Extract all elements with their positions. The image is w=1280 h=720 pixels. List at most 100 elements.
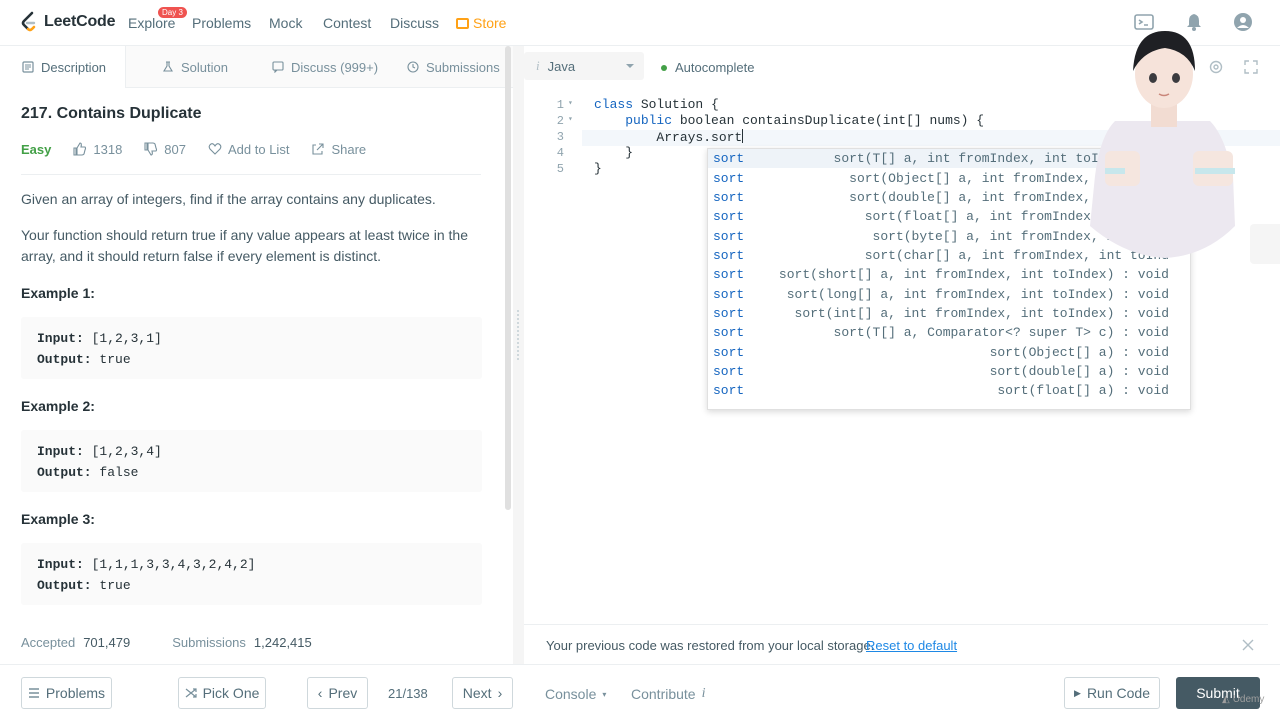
info-icon: i: [536, 58, 540, 73]
page-indicator: 21/138: [388, 686, 428, 701]
example-3-input: [1,1,1,3,3,4,3,2,4,2]: [91, 557, 256, 572]
suggestion-name: sort: [713, 287, 745, 302]
run-code-button[interactable]: ▶ Run Code: [1064, 677, 1160, 709]
contribute-label: Contribute: [631, 686, 696, 702]
chevron-left-icon: ‹: [317, 685, 323, 701]
example-2-box: Input: [1,2,3,4] Output: false: [21, 430, 482, 492]
nav-discuss[interactable]: Discuss: [390, 15, 439, 31]
code-rest: Arrays.sort: [656, 130, 743, 145]
line-number: 1: [556, 98, 564, 112]
code-rest: }: [594, 161, 602, 176]
contribute-link[interactable]: Contribute i: [631, 686, 705, 702]
pick-one-button[interactable]: Pick One: [178, 677, 266, 709]
example-3-output: true: [99, 578, 131, 593]
share-icon: [312, 143, 324, 155]
panel-resizer[interactable]: [513, 46, 524, 720]
suggestion-signature: sort(T[] a, Comparator<? super T> c) : v…: [833, 325, 1169, 340]
suggestion-signature: sort(Object[] a) : void: [989, 345, 1169, 360]
description-paragraph-2: Your function should return true if any …: [21, 227, 468, 264]
suggestion-item[interactable]: sort sort(Object[] a) : void: [708, 343, 1190, 362]
suggestion-signature: sort(long[] a, int fromIndex, int toInde…: [786, 287, 1169, 302]
nav-mock[interactable]: Mock: [269, 15, 302, 31]
suggestion-item[interactable]: sort sort(T[] a, Comparator<? super T> c)…: [708, 323, 1190, 342]
example-1-output-label: Output:: [37, 352, 92, 367]
suggestion-item[interactable]: sort sort(long[] a, int fromIndex, int to…: [708, 285, 1190, 304]
suggestion-signature: sort(int[] a, int fromIndex, int toIndex…: [794, 306, 1169, 321]
line-number: 4: [556, 146, 564, 160]
code-text: Arrays.sort: [594, 129, 744, 145]
heart-icon: [208, 143, 222, 155]
difficulty-badge: Easy: [21, 141, 52, 157]
udemy-watermark-text: Udemy: [1232, 694, 1265, 705]
example-3-output-label: Output:: [37, 578, 92, 593]
nav-problems[interactable]: Problems: [192, 15, 251, 31]
tab-submissions-label: Submissions: [426, 59, 500, 75]
problems-list-button[interactable]: Problems: [21, 677, 112, 709]
tab-discuss-label: Discuss (999+): [291, 59, 379, 75]
next-button[interactable]: Next ›: [452, 677, 513, 709]
restore-notice-text: Your previous code was restored from you…: [546, 638, 875, 653]
code-text: }: [594, 161, 602, 176]
bottom-bar: Problems Pick One ‹ Prev 21/138 Next › C…: [0, 664, 1280, 720]
code-keyword: public: [625, 113, 673, 128]
autocomplete-toggle[interactable]: Autocomplete: [661, 60, 755, 75]
problem-panel: Description Solution Discuss (999+) Subm…: [0, 46, 513, 720]
example-3-box: Input: [1,1,1,3,3,4,3,2,4,2] Output: tru…: [21, 543, 482, 605]
tab-solution-label: Solution: [181, 59, 228, 75]
play-icon: ▶: [1074, 687, 1081, 698]
example-1-output: true: [99, 352, 131, 367]
nav-store[interactable]: Store: [456, 15, 506, 31]
run-code-label: Run Code: [1086, 685, 1150, 701]
suggestion-name: sort: [713, 325, 745, 340]
list-icon: [28, 688, 39, 698]
submissions-label: Submissions: [172, 635, 246, 650]
suggestion-name: sort: [713, 364, 745, 379]
example-3-input-label: Input:: [37, 557, 84, 572]
line-number: 3: [556, 130, 564, 144]
example-2-output-label: Output:: [37, 465, 92, 480]
problem-meta: Easy 1318 807 Add to List Share: [21, 140, 388, 158]
dislike-count: 807: [164, 141, 186, 157]
console-toggle[interactable]: Console ▾: [545, 686, 606, 702]
prev-button[interactable]: ‹ Prev: [307, 677, 368, 709]
fold-arrow-icon[interactable]: ▾: [568, 98, 573, 108]
left-panel-scrollbar[interactable]: [505, 46, 511, 510]
language-select[interactable]: i Java: [524, 52, 644, 80]
reset-to-default-link[interactable]: Reset to default: [866, 638, 957, 653]
fullscreen-icon[interactable]: [1243, 59, 1259, 75]
suggestion-name: sort: [713, 345, 745, 360]
add-to-list-label: Add to List: [228, 141, 290, 157]
nav-contest[interactable]: Contest: [323, 15, 371, 31]
tab-description[interactable]: Description: [0, 46, 126, 88]
resize-grip-icon[interactable]: [517, 310, 520, 360]
suggestion-item[interactable]: sort sort(int[] a, int fromIndex, int toI…: [708, 304, 1190, 323]
code-text: public boolean containsDuplicate(int[] n…: [594, 113, 984, 128]
like-button[interactable]: 1318: [73, 142, 122, 157]
accepted-count: 701,479: [83, 635, 131, 650]
code-keyword: class: [594, 97, 634, 112]
accepted-label: Accepted: [21, 635, 76, 650]
prev-label: Prev: [328, 685, 358, 701]
example-2-input: [1,2,3,4]: [91, 444, 162, 459]
tab-submissions[interactable]: Submissions: [407, 46, 500, 88]
example-2-output: false: [99, 465, 139, 480]
suggestion-item[interactable]: sort sort(float[] a) : void: [708, 381, 1190, 400]
side-panel-tab[interactable]: [1250, 224, 1280, 264]
add-to-list-button[interactable]: Add to List: [208, 142, 289, 157]
example-2-title: Example 2:: [21, 398, 95, 414]
leetcode-logo[interactable]: LeetCode: [20, 11, 116, 33]
udemy-watermark: ◭ Udemy: [1222, 694, 1264, 705]
tab-discuss[interactable]: Discuss (999+): [272, 46, 378, 88]
tab-solution[interactable]: Solution: [162, 46, 228, 88]
share-button[interactable]: Share: [311, 142, 366, 157]
text-cursor: [742, 129, 744, 143]
fold-arrow-icon[interactable]: ▾: [568, 114, 573, 124]
close-icon[interactable]: [1242, 639, 1254, 651]
info-icon: i: [701, 686, 706, 701]
suggestion-item[interactable]: sort sort(double[] a) : void: [708, 362, 1190, 381]
suggestion-name: sort: [713, 267, 745, 282]
example-3-title: Example 3:: [21, 511, 95, 527]
dislike-button[interactable]: 807: [144, 142, 186, 157]
